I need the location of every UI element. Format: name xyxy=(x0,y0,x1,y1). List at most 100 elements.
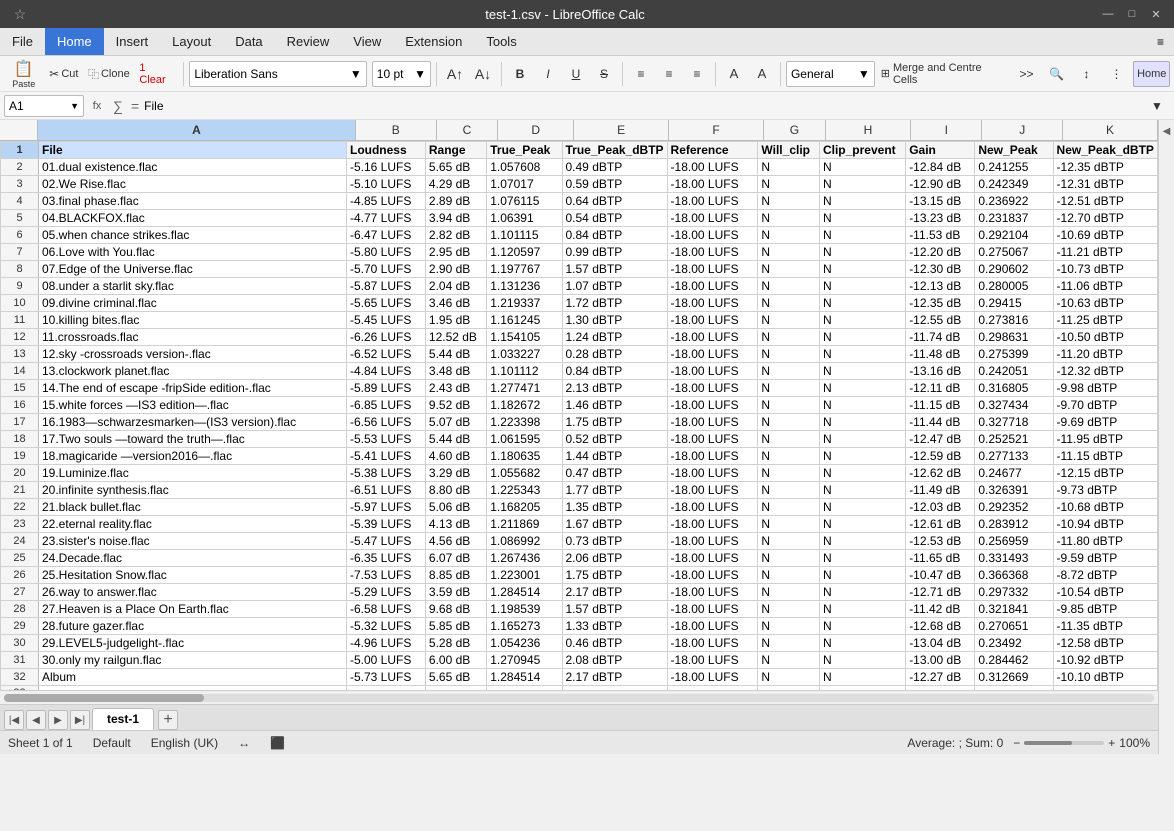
cell[interactable]: -18.00 LUFS xyxy=(667,193,758,210)
cell[interactable]: -5.70 LUFS xyxy=(346,261,425,278)
cell[interactable]: N xyxy=(758,363,820,380)
cell[interactable]: N xyxy=(819,584,905,601)
cell[interactable]: 5.65 dB xyxy=(425,159,486,176)
cell[interactable]: N xyxy=(758,227,820,244)
cell[interactable]: 5.65 dB xyxy=(425,669,486,686)
cell[interactable]: 4.60 dB xyxy=(425,448,486,465)
cell[interactable]: -18.00 LUFS xyxy=(667,176,758,193)
sheet-tab-last[interactable]: ▶| xyxy=(70,710,90,730)
cell[interactable]: N xyxy=(819,227,905,244)
highlight-color-button[interactable]: A xyxy=(721,61,747,87)
cell[interactable]: 1.06391 xyxy=(487,210,562,227)
cell[interactable]: -12.47 dB xyxy=(906,431,975,448)
cell[interactable]: 1.284514 xyxy=(487,584,562,601)
row-number[interactable]: 32 xyxy=(1,669,39,686)
menu-file[interactable]: File xyxy=(0,28,45,55)
sheet-tab-test1[interactable]: test-1 xyxy=(92,708,154,730)
sheet-tab-prev[interactable]: ◀ xyxy=(26,710,46,730)
cell[interactable]: -11.21 dBTP xyxy=(1053,244,1157,261)
cell[interactable]: 29.LEVEL5-judgelight-.flac xyxy=(39,635,347,652)
cell[interactable]: 0.99 dBTP xyxy=(562,244,667,261)
cell[interactable]: 0.24677 xyxy=(975,465,1053,482)
cell[interactable]: N xyxy=(819,346,905,363)
italic-button[interactable]: I xyxy=(535,61,561,87)
cell[interactable]: 1.223398 xyxy=(487,414,562,431)
cell[interactable]: 16.1983—schwarzesmarken—(IS3 version).fl… xyxy=(39,414,347,431)
row-number[interactable]: 18 xyxy=(1,431,39,448)
row-number[interactable]: 24 xyxy=(1,533,39,550)
cell[interactable]: -18.00 LUFS xyxy=(667,601,758,618)
cell[interactable]: -18.00 LUFS xyxy=(667,414,758,431)
row-number[interactable]: 13 xyxy=(1,346,39,363)
row-number[interactable]: 27 xyxy=(1,584,39,601)
cell[interactable]: 5.07 dB xyxy=(425,414,486,431)
sheet-tab-first[interactable]: |◀ xyxy=(4,710,24,730)
cell[interactable]: -11.20 dBTP xyxy=(1053,346,1157,363)
cell[interactable]: -5.41 LUFS xyxy=(346,448,425,465)
cell[interactable]: -5.97 LUFS xyxy=(346,499,425,516)
cell[interactable]: Range xyxy=(425,142,486,159)
cell[interactable]: -5.89 LUFS xyxy=(346,380,425,397)
cell[interactable]: 5.06 dB xyxy=(425,499,486,516)
cell[interactable]: 0.297332 xyxy=(975,584,1053,601)
grid-scroll-area[interactable]: 1FileLoudnessRangeTrue_PeakTrue_Peak_dBT… xyxy=(0,141,1158,690)
cell[interactable]: N xyxy=(758,397,820,414)
cell[interactable]: -9.98 dBTP xyxy=(1053,380,1157,397)
cell[interactable]: -12.15 dBTP xyxy=(1053,465,1157,482)
font-selector[interactable]: Liberation Sans ▼ xyxy=(189,61,366,87)
cell[interactable]: 20.infinite synthesis.flac xyxy=(39,482,347,499)
col-header-A[interactable]: A xyxy=(38,120,356,140)
home-label-button[interactable]: Home xyxy=(1133,61,1170,87)
cell[interactable]: 2.13 dBTP xyxy=(562,380,667,397)
cell[interactable]: -18.00 LUFS xyxy=(667,448,758,465)
paste-button[interactable]: 📋 Paste xyxy=(4,61,44,87)
cell[interactable]: 17.Two souls —toward the truth—.flac xyxy=(39,431,347,448)
cell[interactable]: 9.68 dB xyxy=(425,601,486,618)
row-number[interactable]: 17 xyxy=(1,414,39,431)
cell[interactable]: N xyxy=(758,431,820,448)
cell[interactable]: 1.225343 xyxy=(487,482,562,499)
cell[interactable]: -18.00 LUFS xyxy=(667,346,758,363)
cell[interactable]: 3.94 dB xyxy=(425,210,486,227)
cell[interactable]: -12.20 dB xyxy=(906,244,975,261)
cell[interactable]: N xyxy=(758,295,820,312)
cell[interactable]: 0.28 dBTP xyxy=(562,346,667,363)
cell[interactable]: 25.Hesitation Snow.flac xyxy=(39,567,347,584)
cell[interactable]: -5.10 LUFS xyxy=(346,176,425,193)
cell[interactable]: -5.39 LUFS xyxy=(346,516,425,533)
cell[interactable]: -11.53 dB xyxy=(906,227,975,244)
cell[interactable]: -10.50 dBTP xyxy=(1053,329,1157,346)
cell[interactable]: Loudness xyxy=(346,142,425,159)
cell[interactable]: N xyxy=(758,380,820,397)
cell[interactable]: 1.44 dBTP xyxy=(562,448,667,465)
cell[interactable]: 1.267436 xyxy=(487,550,562,567)
row-number[interactable]: 6 xyxy=(1,227,39,244)
cell[interactable]: -6.26 LUFS xyxy=(346,329,425,346)
cell[interactable]: 1.219337 xyxy=(487,295,562,312)
cell[interactable]: 0.283912 xyxy=(975,516,1053,533)
cell[interactable]: -9.59 dBTP xyxy=(1053,550,1157,567)
cell[interactable]: 1.75 dBTP xyxy=(562,567,667,584)
cell[interactable]: -4.96 LUFS xyxy=(346,635,425,652)
cell[interactable]: N xyxy=(758,516,820,533)
cell[interactable]: -10.54 dBTP xyxy=(1053,584,1157,601)
menu-more-button[interactable]: ≡ xyxy=(1147,28,1174,55)
cell[interactable]: 19.Luminize.flac xyxy=(39,465,347,482)
cell[interactable]: 4.56 dB xyxy=(425,533,486,550)
cell[interactable]: -18.00 LUFS xyxy=(667,380,758,397)
row-number[interactable]: 22 xyxy=(1,499,39,516)
cell[interactable]: 0.64 dBTP xyxy=(562,193,667,210)
cell[interactable]: 0.275067 xyxy=(975,244,1053,261)
cell[interactable]: N xyxy=(819,295,905,312)
cell[interactable]: -12.35 dB xyxy=(906,295,975,312)
maximize-button[interactable]: □ xyxy=(1122,4,1142,24)
cell[interactable]: N xyxy=(819,159,905,176)
cell[interactable]: -10.10 dBTP xyxy=(1053,669,1157,686)
cell[interactable]: -10.68 dBTP xyxy=(1053,499,1157,516)
cell[interactable]: -18.00 LUFS xyxy=(667,635,758,652)
cell[interactable]: -12.27 dB xyxy=(906,669,975,686)
cell[interactable]: 1.277471 xyxy=(487,380,562,397)
cell[interactable]: N xyxy=(819,601,905,618)
cell[interactable]: 1.67 dBTP xyxy=(562,516,667,533)
cell[interactable]: -9.70 dBTP xyxy=(1053,397,1157,414)
